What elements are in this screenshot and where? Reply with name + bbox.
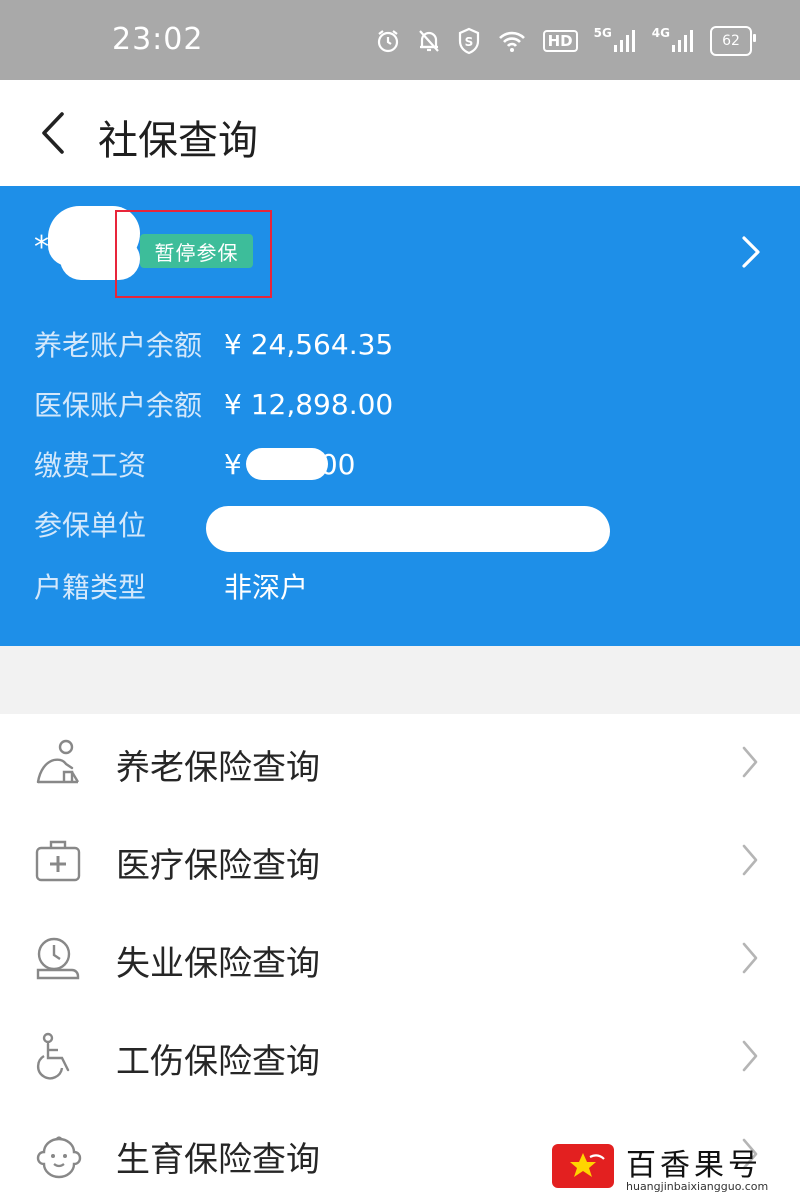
chevron-right-icon xyxy=(742,942,758,974)
baby-face-icon xyxy=(36,1136,82,1179)
menu-item-label: 工伤保险查询 xyxy=(116,1042,320,1082)
pension-balance-row: 养老账户余额 ¥ 24,564.35 xyxy=(34,324,393,364)
nav-bar: 社保查询 xyxy=(0,80,800,186)
status-icons: S HD 5G 4G 62 xyxy=(375,26,756,56)
household-type-row: 户籍类型 非深户 xyxy=(34,566,308,606)
menu-item-pension[interactable]: 养老保险查询 xyxy=(0,714,800,812)
shield-s-icon: S xyxy=(457,26,481,56)
bell-muted-icon xyxy=(417,26,441,56)
section-divider xyxy=(0,646,800,714)
watermark-url: huangjinbaixiangguo.com xyxy=(626,1180,769,1193)
chevron-left-icon[interactable] xyxy=(34,108,74,158)
redaction-blot xyxy=(206,506,610,552)
watermark: 百香果号 huangjinbaixiangguo.com xyxy=(552,1140,792,1196)
clock-desk-icon xyxy=(36,937,80,980)
status-bar: 23:02 S HD 5G 4G 62 xyxy=(0,0,800,80)
redaction-blot xyxy=(246,448,328,480)
alarm-icon xyxy=(375,26,401,56)
row-label: 参保单位 xyxy=(34,509,147,542)
row-value: ¥ 12,898.00 xyxy=(224,387,394,421)
chevron-right-icon xyxy=(742,844,758,876)
watermark-text: 百香果号 xyxy=(626,1148,762,1183)
hd-icon: HD xyxy=(542,30,578,52)
wheelchair-icon xyxy=(36,1032,70,1080)
menu-item-label: 养老保险查询 xyxy=(116,748,320,788)
row-value: 非深户 xyxy=(224,571,309,604)
menu-item-unemployment[interactable]: 失业保险查询 xyxy=(0,910,800,1008)
row-label: 养老账户余额 xyxy=(34,329,203,362)
menu-item-label: 生育保险查询 xyxy=(116,1140,320,1180)
menu-item-label: 医疗保险查询 xyxy=(116,846,320,886)
account-summary-card[interactable]: * 暂停参保 养老账户余额 ¥ 24,564.35 医保账户余额 ¥ 12,89… xyxy=(0,186,800,646)
wifi-icon xyxy=(497,26,527,56)
insurance-menu: 养老保险查询 医疗保险查询 失业保险查询 工伤保险查询 生育保险查询 xyxy=(0,714,800,1200)
medical-balance-row: 医保账户余额 ¥ 12,898.00 xyxy=(34,384,393,424)
menu-item-medical[interactable]: 医疗保险查询 xyxy=(0,812,800,910)
chevron-right-icon xyxy=(742,1040,758,1072)
row-label: 户籍类型 xyxy=(34,571,147,604)
signal-5g-icon: 5G xyxy=(594,26,636,56)
menu-item-label: 失业保险查询 xyxy=(116,944,320,984)
status-time: 23:02 xyxy=(112,22,204,57)
row-label: 医保账户余额 xyxy=(34,389,203,422)
row-value: ¥ 24,564.35 xyxy=(224,327,394,361)
medical-kit-icon xyxy=(35,840,81,882)
annotation-highlight-box xyxy=(115,210,272,298)
battery-level: 62 xyxy=(722,33,740,49)
row-value-prefix: ¥ xyxy=(224,447,242,481)
elderly-person-icon xyxy=(36,739,80,784)
row-label: 缴费工资 xyxy=(34,449,147,482)
chevron-right-icon[interactable] xyxy=(736,232,766,272)
masked-name: * xyxy=(34,230,49,265)
chevron-right-icon xyxy=(742,746,758,778)
menu-item-injury[interactable]: 工伤保险查询 xyxy=(0,1008,800,1106)
battery-icon: 62 xyxy=(710,26,756,56)
page-title: 社保查询 xyxy=(98,118,258,164)
svg-text:S: S xyxy=(464,35,473,49)
signal-4g-icon: 4G xyxy=(652,26,694,56)
watermark-logo-icon xyxy=(552,1144,614,1188)
employer-row: 参保单位 xyxy=(34,504,224,544)
